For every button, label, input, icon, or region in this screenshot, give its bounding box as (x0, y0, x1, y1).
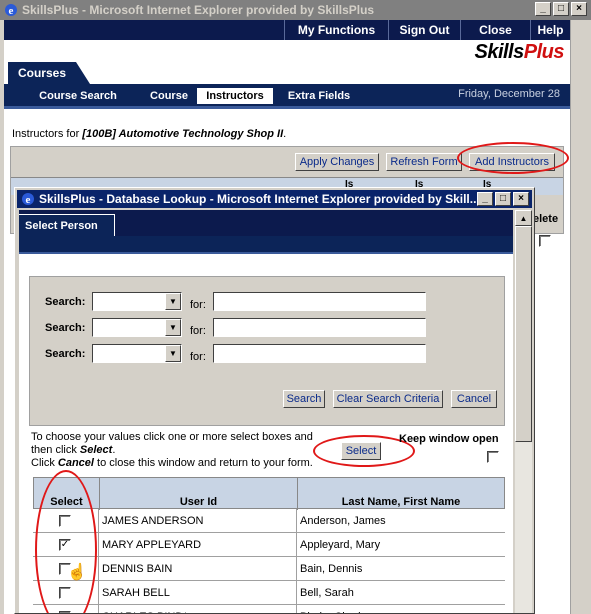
search-label: Search: (45, 322, 86, 334)
user-id-cell: SARAH BELL (98, 581, 296, 605)
nav-help[interactable]: Help (530, 20, 570, 40)
nav-sign-out[interactable]: Sign Out (388, 20, 460, 40)
search-value-input[interactable] (213, 344, 426, 363)
keep-window-open-label: Keep window open (399, 433, 499, 445)
name-cell: Bell, Sarah (296, 581, 505, 605)
name-cell: Appleyard, Mary (296, 533, 505, 557)
close-window-button[interactable]: × (571, 2, 587, 16)
search-label: Search: (45, 296, 86, 308)
popup-minimize-button[interactable]: _ (477, 192, 493, 206)
col-user-id[interactable]: User Id (99, 478, 297, 510)
for-label: for: (190, 325, 206, 337)
apply-changes-button[interactable]: Apply Changes (295, 153, 379, 171)
user-id-cell: MARY APPLEYARD (98, 533, 296, 557)
ie-icon: e (3, 2, 19, 18)
user-id-cell: DENNIS BAIN (98, 557, 296, 581)
popup-title: SkillsPlus - Database Lookup - Microsoft… (39, 192, 480, 206)
instructions-text: To choose your values click one or more … (31, 431, 313, 469)
nav-close[interactable]: Close (460, 20, 530, 40)
chevron-down-icon[interactable]: ▼ (165, 345, 181, 362)
search-field-select[interactable]: ▼ (92, 344, 182, 363)
for-label: for: (190, 351, 206, 363)
search-panel: Search: ▼ for: Search: ▼ for: Search: ▼ … (29, 276, 505, 426)
chevron-down-icon[interactable]: ▼ (165, 293, 181, 310)
table-header: Select User Id Last Name, First Name (33, 477, 505, 510)
table-row[interactable]: ✓ MARY APPLEYARD Appleyard, Mary (33, 533, 505, 557)
outer-window-titlebar[interactable]: e SkillsPlus - Microsoft Internet Explor… (0, 0, 591, 20)
lookup-popup-window: e SkillsPlus - Database Lookup - Microso… (14, 187, 535, 614)
subnav-instructors[interactable]: Instructors (197, 88, 273, 104)
chevron-down-icon[interactable]: ▼ (165, 319, 181, 336)
user-id-cell: JAMES ANDERSON (98, 509, 296, 533)
maximize-button[interactable]: □ (553, 2, 569, 16)
popup-scrollbar[interactable]: ▲ (515, 210, 532, 613)
name-cell: Bain, Dennis (296, 557, 505, 581)
col-name[interactable]: Last Name, First Name (297, 478, 504, 510)
search-label: Search: (45, 348, 86, 360)
name-cell: Bindo, Charles (296, 605, 505, 613)
hand-cursor-icon: ☝ (67, 564, 87, 581)
outer-window-title: SkillsPlus - Microsoft Internet Explorer… (22, 3, 375, 17)
table-row[interactable]: JAMES ANDERSON Anderson, James (33, 509, 505, 533)
tab-courses[interactable]: Courses (8, 62, 90, 84)
popup-subnav (19, 236, 513, 252)
popup-divider (19, 252, 513, 254)
annotation-ellipse (457, 142, 569, 174)
outer-grid-delete-header: elete (533, 213, 559, 225)
cancel-button[interactable]: Cancel (451, 390, 497, 408)
search-field-select[interactable]: ▼ (92, 292, 182, 311)
minimize-button[interactable]: _ (535, 2, 551, 16)
refresh-form-button[interactable]: Refresh Form (386, 153, 462, 171)
subnav-extra-fields[interactable]: Extra Fields (282, 88, 356, 104)
ie-icon: e (20, 191, 36, 207)
user-id-cell: CHARLES BIND* (98, 605, 296, 613)
clear-search-criteria-button[interactable]: Clear Search Criteria (333, 390, 443, 408)
scrollbar-thumb[interactable] (515, 226, 532, 442)
outer-delete-checkbox[interactable] (539, 235, 551, 247)
sub-nav: Course Search Course Instructors Extra F… (4, 84, 570, 106)
search-field-select[interactable]: ▼ (92, 318, 182, 337)
table-row[interactable]: CHARLES BIND* Bindo, Charles (33, 605, 505, 613)
current-date: Friday, December 28 (458, 88, 560, 100)
search-value-input[interactable] (213, 318, 426, 337)
name-cell: Anderson, James (296, 509, 505, 533)
popup-page: Select Person Search: ▼ for: Search: ▼ f… (19, 210, 513, 613)
scroll-up-arrow-icon[interactable]: ▲ (515, 210, 532, 226)
instructors-heading: Instructors for [100B] Automotive Techno… (12, 128, 287, 140)
course-name: [100B] Automotive Technology Shop II (82, 128, 284, 140)
popup-close-button[interactable]: × (513, 192, 529, 206)
subnav-course-search[interactable]: Course Search (32, 88, 124, 104)
svg-text:e: e (9, 5, 14, 17)
search-button[interactable]: Search (283, 390, 325, 408)
table-row[interactable]: DENNIS BAIN Bain, Dennis (33, 557, 505, 581)
outer-scrollbar[interactable] (570, 20, 587, 614)
subnav-course[interactable]: Course (142, 88, 196, 104)
top-nav: My Functions Sign Out Close Help (4, 20, 570, 40)
popup-maximize-button[interactable]: □ (495, 192, 511, 206)
keep-window-open-checkbox[interactable] (487, 451, 499, 463)
skillsplus-logo: SkillsPlus (474, 41, 564, 63)
svg-text:e: e (26, 194, 31, 206)
search-value-input[interactable] (213, 292, 426, 311)
popup-titlebar[interactable]: e SkillsPlus - Database Lookup - Microso… (17, 190, 532, 208)
nav-my-functions[interactable]: My Functions (284, 20, 388, 40)
tab-select-person[interactable]: Select Person (19, 214, 115, 236)
subnav-divider (4, 106, 570, 109)
for-label: for: (190, 299, 206, 311)
table-row[interactable]: SARAH BELL Bell, Sarah (33, 581, 505, 605)
